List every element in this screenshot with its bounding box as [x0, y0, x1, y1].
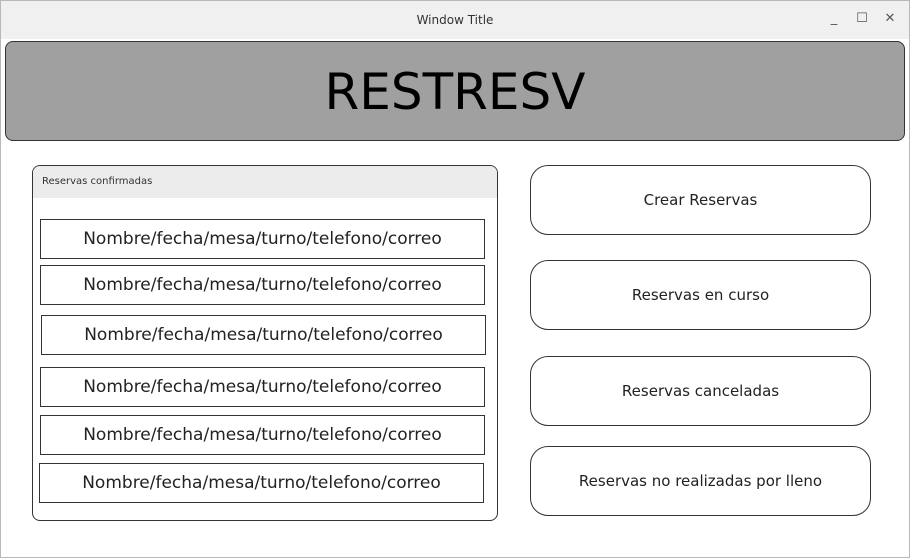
minimize-icon[interactable]: _: [825, 9, 843, 29]
unfulfilled-reservations-button[interactable]: Reservas no realizadas por lleno: [530, 446, 871, 516]
panel-title: Reservas confirmadas: [42, 176, 153, 187]
reservation-row[interactable]: Nombre/fecha/mesa/turno/telefono/correo: [40, 265, 485, 305]
app-name: RESTRESV: [324, 63, 586, 121]
panel-header: Reservas confirmadas: [33, 166, 497, 198]
app-banner: RESTRESV: [5, 41, 905, 141]
reservation-row[interactable]: Nombre/fecha/mesa/turno/telefono/correo: [41, 315, 486, 355]
reservation-row[interactable]: Nombre/fecha/mesa/turno/telefono/correo: [40, 415, 485, 455]
close-icon[interactable]: ✕: [881, 9, 899, 29]
title-bar: Window Title _ ☐ ✕: [1, 1, 909, 39]
app-window: Window Title _ ☐ ✕ RESTRESV Reservas con…: [0, 0, 910, 558]
reservation-row[interactable]: Nombre/fecha/mesa/turno/telefono/correo: [39, 463, 484, 503]
maximize-icon[interactable]: ☐: [853, 9, 871, 29]
window-title: Window Title: [416, 13, 494, 27]
reservation-row[interactable]: Nombre/fecha/mesa/turno/telefono/correo: [40, 367, 485, 407]
cancelled-reservations-button[interactable]: Reservas canceladas: [530, 356, 871, 426]
reservations-in-progress-button[interactable]: Reservas en curso: [530, 260, 871, 330]
confirmed-reservations-panel: Reservas confirmadas Nombre/fecha/mesa/t…: [32, 165, 498, 521]
reservation-row[interactable]: Nombre/fecha/mesa/turno/telefono/correo: [40, 219, 485, 259]
create-reservations-button[interactable]: Crear Reservas: [530, 165, 871, 235]
